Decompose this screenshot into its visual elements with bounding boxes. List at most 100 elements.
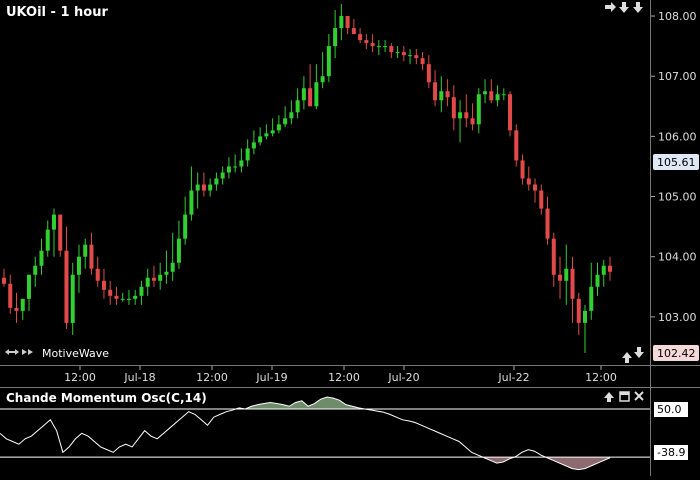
price-tick-label: 107.00	[658, 70, 697, 83]
candle	[514, 124, 519, 167]
time-tick-label: Jul-20	[387, 371, 419, 384]
candle-body	[183, 214, 188, 239]
candle-body	[445, 91, 450, 98]
candle-body	[245, 148, 250, 161]
candle-body	[420, 58, 425, 65]
candle	[2, 268, 6, 287]
candle-body	[226, 166, 231, 173]
oscillator-chart[interactable]: Chande Momentum Osc(C,14)	[0, 388, 650, 476]
candle-body	[520, 160, 525, 179]
arrow-up-icon[interactable]	[604, 392, 614, 402]
candle	[551, 232, 556, 287]
oscillator-axis-svg: 50.0 -38.9	[654, 402, 688, 460]
candle	[201, 172, 206, 197]
candle-body	[558, 274, 563, 281]
candle	[458, 100, 463, 143]
minimize-icon[interactable]	[619, 391, 630, 402]
candle	[258, 127, 263, 146]
price-tick-label: 104.00	[658, 251, 697, 264]
candle-body	[51, 214, 56, 230]
close-icon[interactable]	[634, 391, 644, 401]
arrow-down-icon[interactable]	[634, 347, 644, 358]
current-price-label: 105.61	[657, 156, 696, 169]
candle-body	[76, 256, 81, 275]
candle-body	[476, 94, 481, 125]
candle-body	[220, 172, 225, 179]
candlestick-chart[interactable]: UKOil - 1 hour MotiveWave	[0, 0, 650, 365]
candle-body	[464, 112, 469, 119]
candle-body	[233, 166, 238, 168]
axis-corner	[650, 365, 700, 387]
candle	[476, 88, 481, 134]
candle	[589, 262, 594, 320]
candle-body	[83, 244, 88, 257]
upper-threshold-tag: 50.0	[654, 402, 688, 417]
candle	[89, 232, 94, 275]
candle	[101, 268, 106, 299]
candle	[345, 16, 350, 35]
candle	[539, 184, 544, 215]
time-tick-label: 12:00	[196, 371, 228, 384]
candle	[314, 64, 319, 110]
candle-body	[95, 268, 100, 281]
candle	[195, 172, 200, 209]
candle-body	[295, 100, 300, 113]
arrow-right-icon[interactable]	[605, 2, 616, 12]
candle	[251, 130, 256, 155]
candle	[358, 28, 363, 44]
candle	[64, 226, 69, 329]
candle	[170, 232, 175, 281]
candle-body	[320, 76, 325, 83]
candle	[189, 166, 194, 221]
time-tick-label: Jul-22	[497, 371, 529, 384]
candle-body	[401, 52, 406, 56]
candle-body	[64, 250, 69, 323]
arrow-up-icon[interactable]	[622, 352, 632, 363]
price-tick-label: 105.00	[658, 191, 697, 204]
candle-body	[14, 307, 19, 311]
candle-body	[2, 277, 6, 284]
candle	[208, 178, 213, 197]
price-tick-label: 103.00	[658, 311, 697, 324]
candle-body	[308, 88, 313, 107]
candle-body	[258, 136, 263, 143]
double-arrow-right-icon[interactable]	[22, 349, 33, 355]
candle-body	[583, 310, 588, 323]
candle-body	[576, 298, 581, 323]
candle	[483, 79, 488, 104]
time-axis[interactable]: 12:00 Jul-18 12:00 Jul-19 12:00 Jul-20 Jul-22 1…	[0, 365, 650, 385]
candle	[239, 148, 244, 173]
candle	[214, 172, 219, 191]
candle	[114, 286, 119, 305]
candle-body	[189, 190, 194, 215]
candle-body	[151, 277, 156, 281]
candle	[276, 115, 281, 134]
candle	[83, 238, 88, 269]
price-tick-label: 106.00	[658, 130, 697, 143]
arrow-down-icon[interactable]	[633, 2, 643, 13]
candle-body	[495, 94, 500, 101]
oversold-fill	[0, 457, 610, 470]
time-tick-label: 12:00	[585, 371, 617, 384]
candle-body	[239, 160, 244, 167]
candle	[508, 91, 513, 137]
candle	[595, 262, 600, 296]
arrow-left-right-icon[interactable]	[5, 349, 19, 355]
price-axis-svg: 108.00 107.00 106.00 105.00 104.00 103.00 105…	[651, 10, 699, 361]
candle-body	[345, 16, 350, 29]
candle	[414, 49, 419, 65]
candle-body	[126, 298, 131, 300]
candle	[489, 79, 494, 104]
candle	[583, 304, 588, 353]
candle-body	[314, 82, 319, 107]
candle-body	[426, 64, 431, 83]
oscillator-pane[interactable]: Chande Momentum Osc(C,14)	[0, 387, 650, 476]
price-axis[interactable]: 108.00 107.00 106.00 105.00 104.00 103.00 105…	[650, 0, 700, 365]
candle	[376, 40, 381, 56]
candle-body	[195, 184, 200, 191]
arrow-down-icon[interactable]	[619, 2, 629, 13]
price-chart-pane[interactable]: UKOil - 1 hour MotiveWave	[0, 0, 650, 365]
candle-body	[170, 262, 175, 272]
candle-body	[414, 55, 419, 59]
candle-body	[108, 289, 113, 296]
